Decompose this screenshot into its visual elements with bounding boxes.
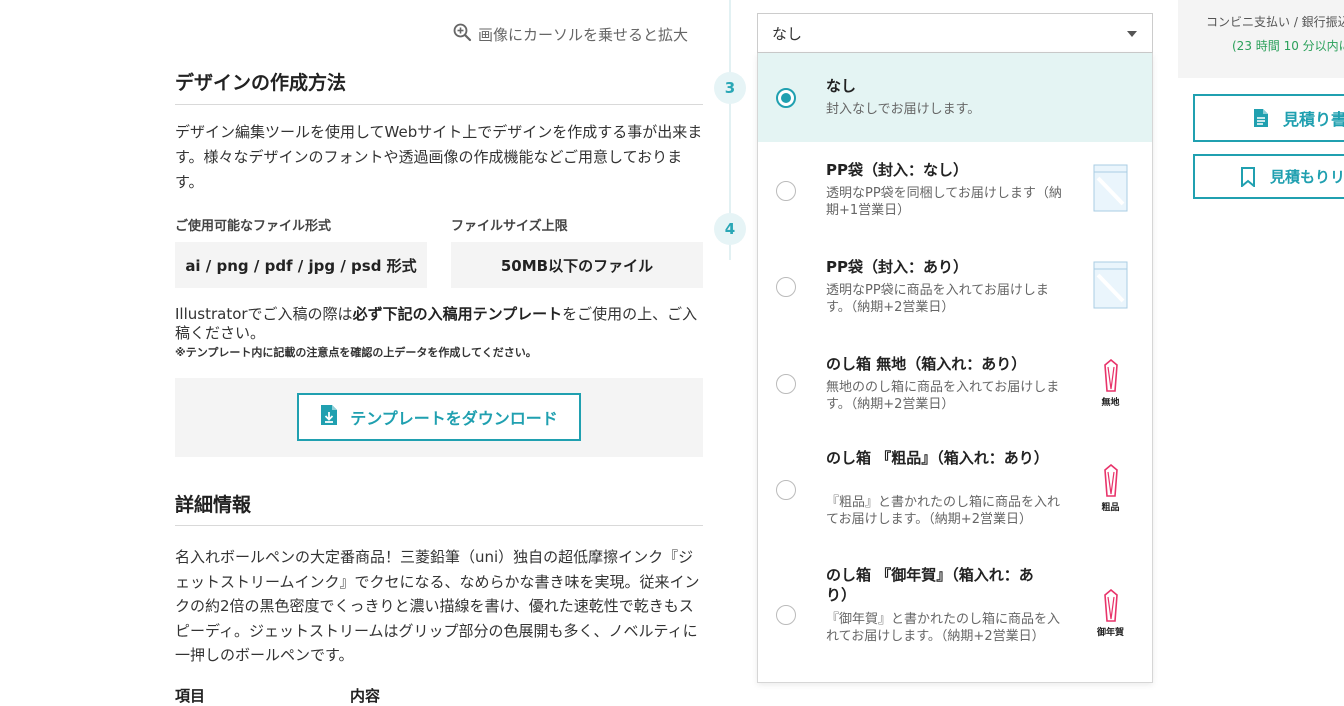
radio-button[interactable] — [776, 605, 796, 625]
radio-button[interactable] — [776, 374, 796, 394]
table-header-item: 項目 — [175, 687, 206, 705]
divider — [175, 104, 703, 105]
pp-bag-image — [1093, 164, 1128, 212]
option-description: 『御年賀』と書かれたのし箱に商品を入れてお届けします。（納期+2営業日） — [826, 612, 1061, 644]
step-number: 4 — [714, 213, 746, 245]
divider — [175, 525, 703, 526]
step-number: 3 — [714, 72, 746, 104]
packaging-option[interactable]: のし箱 無地（箱入れ：あり） 無地ののし箱に商品を入れてお届けします。（納期+2… — [758, 337, 1152, 431]
file-format-value: ai / png / pdf / jpg / psd 形式 — [175, 242, 427, 288]
download-template-label: テンプレートをダウンロード — [350, 409, 558, 428]
radio-button[interactable] — [776, 88, 796, 108]
option-title: なし — [826, 77, 857, 95]
detail-section-body: 名入れボールペンの大定番商品！三菱鉛筆（uni）独自の超低摩擦インク『ジェットス… — [175, 548, 700, 664]
download-area: テンプレートをダウンロード — [175, 378, 703, 457]
download-template-button[interactable]: テンプレートをダウンロード — [297, 393, 581, 441]
packaging-option[interactable]: PP袋（封入：なし） 透明なPP袋を同梱してお届けします（納期+1営業日） — [758, 142, 1152, 240]
noshi-box-image: 粗品 — [1093, 464, 1128, 513]
radio-button[interactable] — [776, 181, 796, 201]
payment-methods-text: コンビニ支払い / 銀行振込 — [1206, 15, 1344, 29]
save-estimate-button[interactable]: 見積もりリ — [1193, 154, 1344, 199]
option-title: のし箱 『御年賀』（箱入れ：あり） — [826, 566, 1034, 604]
option-title: のし箱 『粗品』（箱入れ：あり） — [826, 449, 1049, 467]
noshi-label: 粗品 — [1101, 503, 1120, 513]
packaging-option[interactable]: PP袋（封入：あり） 透明なPP袋に商品を入れてお届けします。（納期+2営業日） — [758, 240, 1152, 337]
noshi-label: 御年賀 — [1096, 628, 1124, 638]
noshi-box-image: 御年賀 — [1093, 589, 1128, 638]
option-description: 『粗品』と書かれたのし箱に商品を入れてお届けします。（納期+2営業日） — [826, 495, 1061, 527]
estimate-button[interactable]: 見積り書 — [1193, 94, 1344, 142]
radio-button[interactable] — [776, 277, 796, 297]
template-note-bold: 必ず下記の入稿用テンプレート — [352, 305, 563, 323]
file-format-label: ご使用可能なファイル形式 — [175, 219, 332, 234]
option-title: PP袋（封入：なし） — [826, 161, 968, 179]
estimate-button-label: 見積り書 — [1283, 110, 1344, 129]
packaging-select-value: なし — [772, 24, 803, 43]
option-description: 封入なしでお届けします。 — [826, 102, 981, 117]
template-note-pre: Illustratorでご入稿の際は — [175, 305, 353, 323]
bookmark-icon — [1241, 166, 1255, 187]
zoom-hint-text: 画像にカーソルを乗せると拡大 — [478, 25, 689, 44]
radio-button[interactable] — [776, 480, 796, 500]
file-size-label: ファイルサイズ上限 — [451, 219, 568, 234]
pp-bag-image — [1093, 261, 1128, 309]
design-section-title: デザインの作成方法 — [175, 72, 347, 94]
packaging-options-list: なし 封入なしでお届けします。 PP袋（封入：なし） 透明なPP袋を同梱してお届… — [757, 53, 1153, 683]
template-note-small: ※テンプレート内に記載の注意点を確認の上データを作成してください。 — [175, 346, 537, 359]
packaging-option[interactable]: のし箱 『粗品』（箱入れ：あり） 『粗品』と書かれたのし箱に商品を入れてお届けし… — [758, 431, 1152, 554]
file-download-icon — [320, 404, 338, 430]
noshi-box-image: 無地 — [1093, 359, 1128, 408]
packaging-option[interactable]: なし 封入なしでお届けします。 — [758, 53, 1152, 142]
file-size-value: 50MB以下のファイル — [451, 242, 703, 288]
option-description: 透明なPP袋を同梱してお届けします（納期+1営業日） — [826, 186, 1062, 218]
noshi-label: 無地 — [1101, 398, 1120, 408]
zoom-in-icon — [452, 22, 472, 46]
table-header-content: 内容 — [350, 687, 381, 705]
save-estimate-button-label: 見積もりリ — [1270, 168, 1344, 186]
deadline-text: (23 時間 10 分以内に — [1232, 39, 1344, 53]
option-title: PP袋（封入：あり） — [826, 258, 968, 276]
detail-section-title: 詳細情報 — [175, 494, 252, 516]
document-icon — [1254, 109, 1268, 127]
chevron-down-icon — [1127, 31, 1137, 37]
template-note: Illustratorでご入稿の際は必ず下記の入稿用テンプレートをご使用の上、ご… — [175, 305, 705, 343]
option-description: 無地ののし箱に商品を入れてお届けします。（納期+2営業日） — [826, 380, 1060, 412]
packaging-option[interactable]: のし箱 『御年賀』（箱入れ：あり） 『御年賀』と書かれたのし箱に商品を入れてお届… — [758, 554, 1152, 681]
option-description: 透明なPP袋に商品を入れてお届けします。（納期+2営業日） — [826, 283, 1049, 315]
packaging-select[interactable]: なし — [757, 13, 1153, 53]
option-title: のし箱 無地（箱入れ：あり） — [826, 355, 1027, 373]
zoom-hint: 画像にカーソルを乗せると拡大 — [452, 22, 688, 46]
design-section-body: デザイン編集ツールを使用してWebサイト上でデザインを作成する事が出来ます。様々… — [175, 123, 703, 191]
